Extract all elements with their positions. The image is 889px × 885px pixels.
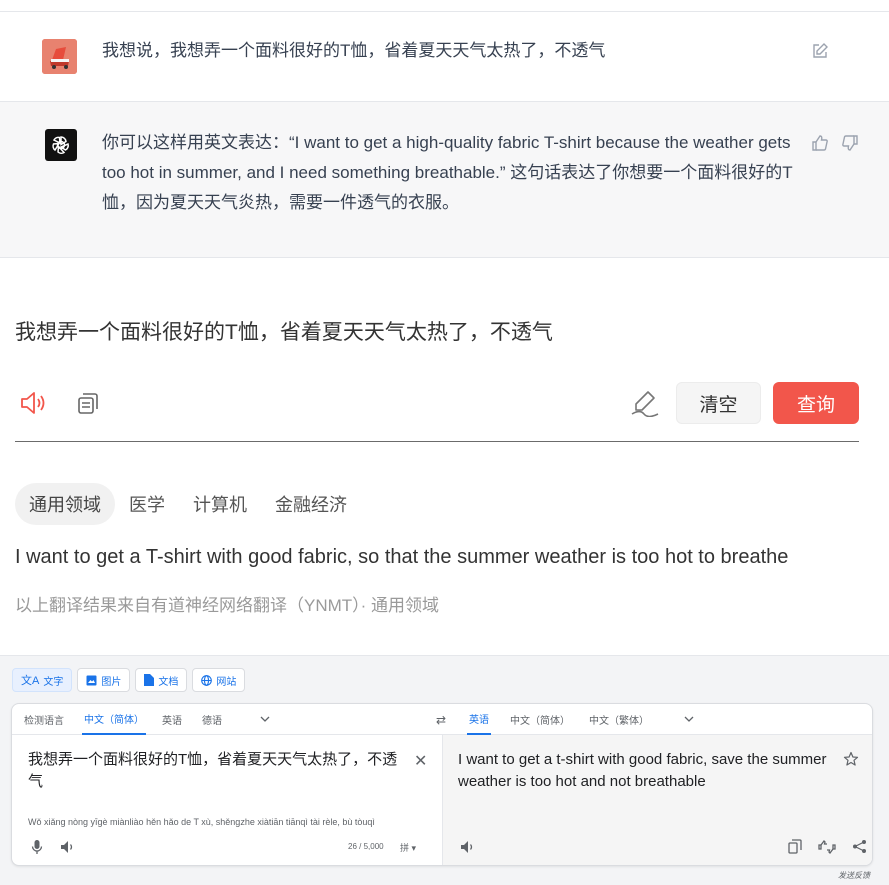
close-icon[interactable]: ✕ xyxy=(414,751,427,771)
ime-label: 拼 xyxy=(400,843,410,853)
globe-icon xyxy=(201,674,213,686)
chevron-down-icon[interactable] xyxy=(258,712,272,726)
youdao-translation-result: I want to get a T-shirt with good fabric… xyxy=(15,546,789,568)
assistant-message: 你可以这样用英文表达：“I want to get a high-quality… xyxy=(0,102,889,258)
translate-panel: 检测语言 中文（简体） 英语 德语 ⇄ 英语 中文（简体） 中文（繁体） 我想弄… xyxy=(11,703,873,866)
mode-image-label: 图片 xyxy=(101,676,122,688)
tab-computer[interactable]: 计算机 xyxy=(179,483,261,525)
lang-source-german[interactable]: 德语 xyxy=(202,704,222,735)
lang-target-chinese-simplified[interactable]: 中文（简体） xyxy=(510,704,570,735)
youdao-input-text[interactable]: 我想弄一个面料很好的T恤，省着夏天天气太热了，不透气 xyxy=(15,316,553,346)
star-icon[interactable] xyxy=(843,751,859,767)
openai-logo-icon xyxy=(45,129,77,161)
document-icon xyxy=(144,674,155,686)
tab-finance[interactable]: 金融经济 xyxy=(261,483,361,525)
mode-tabs: 文A 文字 图片 文档 网站 xyxy=(12,668,246,692)
input-method-toggle[interactable]: 拼 ▾ xyxy=(400,841,416,854)
divider xyxy=(15,441,859,442)
image-icon xyxy=(86,675,97,686)
pinyin-text: Wǒ xiǎng nòng yīgè miànliào hěn hǎo de T… xyxy=(28,817,375,827)
source-pane: 我想弄一个面料很好的T恤，省着夏天天气太热了，不透气 ✕ Wǒ xiǎng nò… xyxy=(12,735,443,865)
chat-top-strip xyxy=(0,0,889,12)
speaker-icon[interactable] xyxy=(60,840,76,854)
mode-text-tab[interactable]: 文A 文字 xyxy=(12,668,73,692)
google-translate-area: 文A 文字 图片 文档 网站 检测语言 中文（简体） 英语 德语 ⇄ 英语 中文… xyxy=(0,655,889,885)
tab-general-domain[interactable]: 通用领域 xyxy=(15,483,115,525)
translation-output: I want to get a t-shirt with good fabric… xyxy=(458,751,827,790)
char-count: 26 / 5,000 xyxy=(348,842,384,851)
copy-icon[interactable] xyxy=(788,839,802,854)
user-message: 我想说，我想弄一个面料很好的T恤，省着夏天天气太热了，不透气 xyxy=(0,12,889,102)
assistant-message-text: 你可以这样用英文表达：“I want to get a high-quality… xyxy=(102,133,793,212)
chevron-down-icon[interactable] xyxy=(682,712,696,726)
clear-button[interactable]: 清空 xyxy=(676,382,761,424)
lang-source-english[interactable]: 英语 xyxy=(162,704,182,735)
thumb-down-icon[interactable] xyxy=(841,134,859,152)
mode-document-label: 文档 xyxy=(158,676,179,688)
speaker-icon[interactable] xyxy=(460,840,476,854)
lang-detect[interactable]: 检测语言 xyxy=(24,704,64,735)
share-icon[interactable] xyxy=(852,839,867,854)
source-textarea[interactable]: 我想弄一个面料很好的T恤，省着夏天天气太热了，不透气 xyxy=(28,749,408,793)
lang-source-chinese-simplified[interactable]: 中文（简体） xyxy=(82,704,146,735)
mode-website-label: 网站 xyxy=(216,676,237,688)
thumb-up-icon[interactable] xyxy=(811,134,829,152)
microphone-icon[interactable] xyxy=(30,839,44,855)
rate-translation-icon[interactable] xyxy=(818,839,836,855)
swap-languages-icon[interactable]: ⇄ xyxy=(436,713,446,727)
youdao-source-note: 以上翻译结果来自有道神经网络翻译（YNMT）· 通用领域 xyxy=(15,596,440,615)
query-button[interactable]: 查询 xyxy=(773,382,859,424)
tab-medicine[interactable]: 医学 xyxy=(115,483,179,525)
translate-icon: 文A xyxy=(21,675,40,687)
target-pane: I want to get a t-shirt with good fabric… xyxy=(443,735,872,865)
mode-website-tab[interactable]: 网站 xyxy=(192,668,246,692)
language-bar: 检测语言 中文（简体） 英语 德语 ⇄ 英语 中文（简体） 中文（繁体） xyxy=(12,704,872,735)
send-feedback-link[interactable]: 发送反馈 xyxy=(838,870,870,881)
mode-image-tab[interactable]: 图片 xyxy=(77,668,131,692)
domain-tabs: 通用领域 医学 计算机 金融经济 xyxy=(15,483,361,525)
speaker-icon[interactable] xyxy=(20,391,48,415)
handwriting-icon[interactable] xyxy=(630,389,662,417)
edit-icon[interactable] xyxy=(811,42,829,60)
lang-target-english[interactable]: 英语 xyxy=(467,704,491,735)
user-avatar xyxy=(42,39,77,74)
mode-document-tab[interactable]: 文档 xyxy=(135,668,188,692)
copy-icon[interactable] xyxy=(76,391,100,415)
user-message-text: 我想说，我想弄一个面料很好的T恤，省着夏天天气太热了，不透气 xyxy=(102,41,606,60)
mode-text-label: 文字 xyxy=(43,676,64,688)
lang-target-chinese-traditional[interactable]: 中文（繁体） xyxy=(589,704,649,735)
